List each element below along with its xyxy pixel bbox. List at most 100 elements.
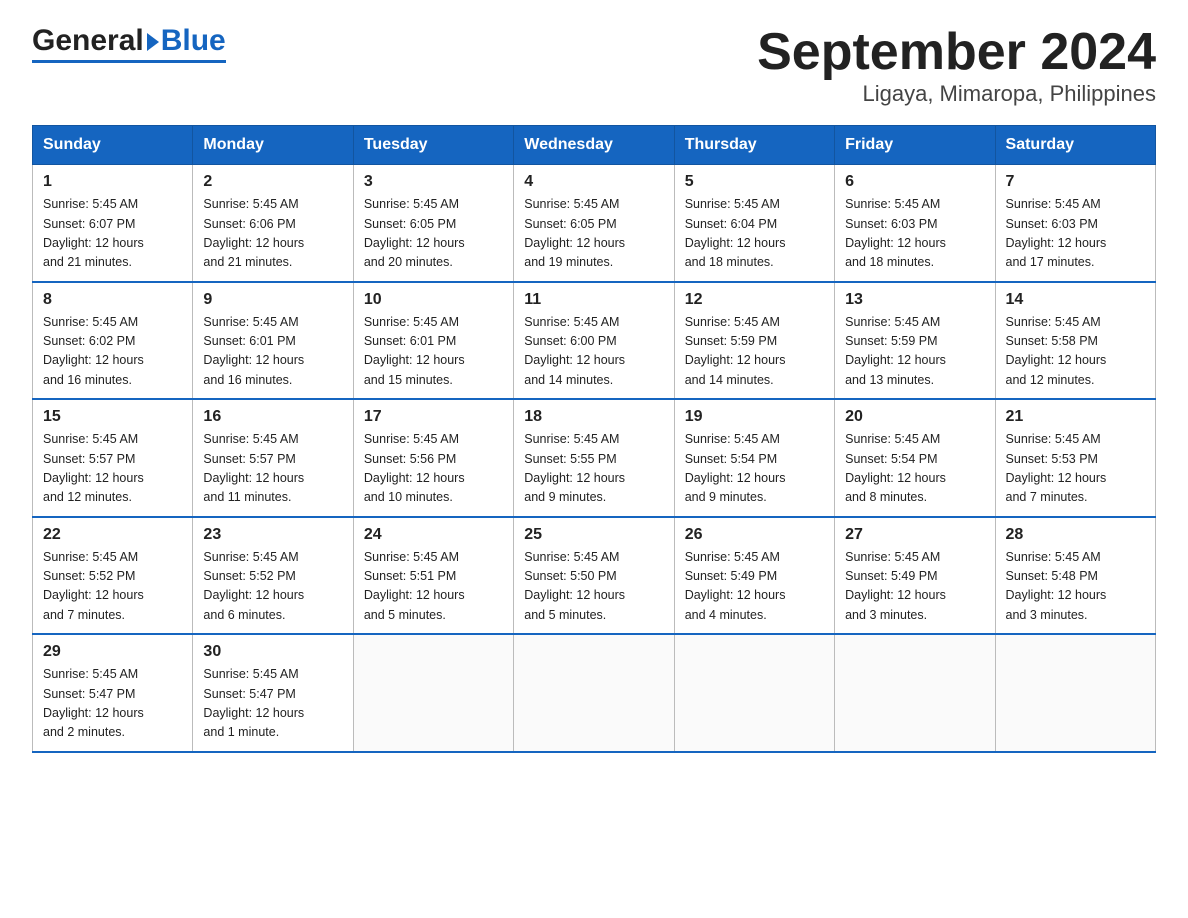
calendar-week-row: 8 Sunrise: 5:45 AMSunset: 6:02 PMDaylight…	[33, 282, 1156, 400]
calendar-cell	[674, 634, 834, 752]
calendar-cell: 6 Sunrise: 5:45 AMSunset: 6:03 PMDaylight…	[835, 165, 995, 282]
day-number: 20	[845, 408, 984, 426]
day-info: Sunrise: 5:45 AMSunset: 6:07 PMDaylight:…	[43, 195, 182, 273]
calendar-cell: 14 Sunrise: 5:45 AMSunset: 5:58 PMDayligh…	[995, 282, 1155, 400]
logo: General Blue	[32, 24, 226, 63]
day-number: 17	[364, 408, 503, 426]
calendar-cell: 12 Sunrise: 5:45 AMSunset: 5:59 PMDayligh…	[674, 282, 834, 400]
day-number: 27	[845, 526, 984, 544]
day-number: 18	[524, 408, 663, 426]
day-info: Sunrise: 5:45 AMSunset: 6:05 PMDaylight:…	[364, 195, 503, 273]
logo-arrow-icon	[147, 33, 159, 51]
calendar-header-friday: Friday	[835, 126, 995, 165]
day-number: 9	[203, 291, 342, 309]
day-number: 10	[364, 291, 503, 309]
calendar-cell: 21Sunrise: 5:45 AMSunset: 5:53 PMDayligh…	[995, 399, 1155, 517]
calendar-header-wednesday: Wednesday	[514, 126, 674, 165]
calendar-header-tuesday: Tuesday	[353, 126, 513, 165]
calendar-cell: 8 Sunrise: 5:45 AMSunset: 6:02 PMDaylight…	[33, 282, 193, 400]
calendar-header-row: SundayMondayTuesdayWednesdayThursdayFrid…	[33, 126, 1156, 165]
logo-blue-text: Blue	[161, 24, 226, 58]
day-number: 25	[524, 526, 663, 544]
header: General Blue September 2024 Ligaya, Mima…	[32, 24, 1156, 107]
calendar-title: September 2024	[757, 24, 1156, 81]
calendar-cell: 20 Sunrise: 5:45 AMSunset: 5:54 PMDayligh…	[835, 399, 995, 517]
day-info: Sunrise: 5:45 AMSunset: 5:48 PMDaylight:…	[1006, 548, 1145, 626]
day-number: 13	[845, 291, 984, 309]
day-info: Sunrise: 5:45 AMSunset: 5:52 PMDaylight:…	[203, 548, 342, 626]
day-info: Sunrise: 5:45 AMSunset: 5:59 PMDaylight:…	[685, 313, 824, 391]
day-info: Sunrise: 5:45 AMSunset: 6:03 PMDaylight:…	[1006, 195, 1145, 273]
calendar-header: SundayMondayTuesdayWednesdayThursdayFrid…	[33, 126, 1156, 165]
calendar-cell: 3 Sunrise: 5:45 AMSunset: 6:05 PMDaylight…	[353, 165, 513, 282]
calendar-week-row: 1Sunrise: 5:45 AMSunset: 6:07 PMDaylight…	[33, 165, 1156, 282]
calendar-cell	[835, 634, 995, 752]
day-info: Sunrise: 5:45 AMSunset: 5:57 PMDaylight:…	[43, 430, 182, 508]
calendar-week-row: 15Sunrise: 5:45 AMSunset: 5:57 PMDayligh…	[33, 399, 1156, 517]
day-number: 28	[1006, 526, 1145, 544]
day-number: 30	[203, 643, 342, 661]
day-info: Sunrise: 5:45 AMSunset: 6:06 PMDaylight:…	[203, 195, 342, 273]
calendar-header-sunday: Sunday	[33, 126, 193, 165]
calendar-cell: 4Sunrise: 5:45 AMSunset: 6:05 PMDaylight…	[514, 165, 674, 282]
calendar-cell: 26 Sunrise: 5:45 AMSunset: 5:49 PMDayligh…	[674, 517, 834, 635]
calendar-header-thursday: Thursday	[674, 126, 834, 165]
page: General Blue September 2024 Ligaya, Mima…	[0, 0, 1188, 785]
calendar-cell: 9 Sunrise: 5:45 AMSunset: 6:01 PMDaylight…	[193, 282, 353, 400]
day-number: 21	[1006, 408, 1145, 426]
day-number: 3	[364, 173, 503, 191]
day-info: Sunrise: 5:45 AMSunset: 5:54 PMDaylight:…	[845, 430, 984, 508]
day-info: Sunrise: 5:45 AMSunset: 5:47 PMDaylight:…	[43, 665, 182, 743]
calendar-cell: 2 Sunrise: 5:45 AMSunset: 6:06 PMDaylight…	[193, 165, 353, 282]
calendar-cell: 13 Sunrise: 5:45 AMSunset: 5:59 PMDayligh…	[835, 282, 995, 400]
calendar-cell	[353, 634, 513, 752]
day-number: 2	[203, 173, 342, 191]
calendar-cell	[514, 634, 674, 752]
title-block: September 2024 Ligaya, Mimaropa, Philipp…	[757, 24, 1156, 107]
calendar-cell: 28 Sunrise: 5:45 AMSunset: 5:48 PMDayligh…	[995, 517, 1155, 635]
calendar-cell: 29 Sunrise: 5:45 AMSunset: 5:47 PMDayligh…	[33, 634, 193, 752]
day-number: 12	[685, 291, 824, 309]
calendar-cell: 22 Sunrise: 5:45 AMSunset: 5:52 PMDayligh…	[33, 517, 193, 635]
day-number: 11	[524, 291, 663, 309]
day-info: Sunrise: 5:45 AMSunset: 5:55 PMDaylight:…	[524, 430, 663, 508]
calendar-cell: 7 Sunrise: 5:45 AMSunset: 6:03 PMDaylight…	[995, 165, 1155, 282]
day-info: Sunrise: 5:45 AMSunset: 5:58 PMDaylight:…	[1006, 313, 1145, 391]
calendar-cell: 19 Sunrise: 5:45 AMSunset: 5:54 PMDayligh…	[674, 399, 834, 517]
day-info: Sunrise: 5:45 AMSunset: 5:50 PMDaylight:…	[524, 548, 663, 626]
calendar-week-row: 29 Sunrise: 5:45 AMSunset: 5:47 PMDayligh…	[33, 634, 1156, 752]
day-number: 23	[203, 526, 342, 544]
day-number: 7	[1006, 173, 1145, 191]
day-info: Sunrise: 5:45 AMSunset: 5:56 PMDaylight:…	[364, 430, 503, 508]
calendar-cell: 16Sunrise: 5:45 AMSunset: 5:57 PMDayligh…	[193, 399, 353, 517]
day-info: Sunrise: 5:45 AMSunset: 5:49 PMDaylight:…	[685, 548, 824, 626]
day-number: 22	[43, 526, 182, 544]
calendar-cell: 18 Sunrise: 5:45 AMSunset: 5:55 PMDayligh…	[514, 399, 674, 517]
calendar-header-monday: Monday	[193, 126, 353, 165]
calendar-cell: 11Sunrise: 5:45 AMSunset: 6:00 PMDayligh…	[514, 282, 674, 400]
calendar-cell: 30Sunrise: 5:45 AMSunset: 5:47 PMDayligh…	[193, 634, 353, 752]
day-number: 29	[43, 643, 182, 661]
calendar-cell: 1Sunrise: 5:45 AMSunset: 6:07 PMDaylight…	[33, 165, 193, 282]
day-number: 8	[43, 291, 182, 309]
day-info: Sunrise: 5:45 AMSunset: 6:01 PMDaylight:…	[364, 313, 503, 391]
day-number: 14	[1006, 291, 1145, 309]
day-info: Sunrise: 5:45 AMSunset: 5:52 PMDaylight:…	[43, 548, 182, 626]
day-info: Sunrise: 5:45 AMSunset: 6:01 PMDaylight:…	[203, 313, 342, 391]
day-info: Sunrise: 5:45 AMSunset: 5:59 PMDaylight:…	[845, 313, 984, 391]
day-info: Sunrise: 5:45 AMSunset: 5:54 PMDaylight:…	[685, 430, 824, 508]
day-info: Sunrise: 5:45 AMSunset: 6:04 PMDaylight:…	[685, 195, 824, 273]
day-number: 24	[364, 526, 503, 544]
calendar-cell: 24 Sunrise: 5:45 AMSunset: 5:51 PMDayligh…	[353, 517, 513, 635]
day-info: Sunrise: 5:45 AMSunset: 6:05 PMDaylight:…	[524, 195, 663, 273]
calendar-cell: 5Sunrise: 5:45 AMSunset: 6:04 PMDaylight…	[674, 165, 834, 282]
logo-underline	[32, 60, 226, 63]
day-number: 6	[845, 173, 984, 191]
day-number: 19	[685, 408, 824, 426]
day-info: Sunrise: 5:45 AMSunset: 6:03 PMDaylight:…	[845, 195, 984, 273]
day-number: 26	[685, 526, 824, 544]
day-info: Sunrise: 5:45 AMSunset: 6:02 PMDaylight:…	[43, 313, 182, 391]
calendar-cell: 27Sunrise: 5:45 AMSunset: 5:49 PMDayligh…	[835, 517, 995, 635]
day-info: Sunrise: 5:45 AMSunset: 5:51 PMDaylight:…	[364, 548, 503, 626]
calendar-cell: 23 Sunrise: 5:45 AMSunset: 5:52 PMDayligh…	[193, 517, 353, 635]
